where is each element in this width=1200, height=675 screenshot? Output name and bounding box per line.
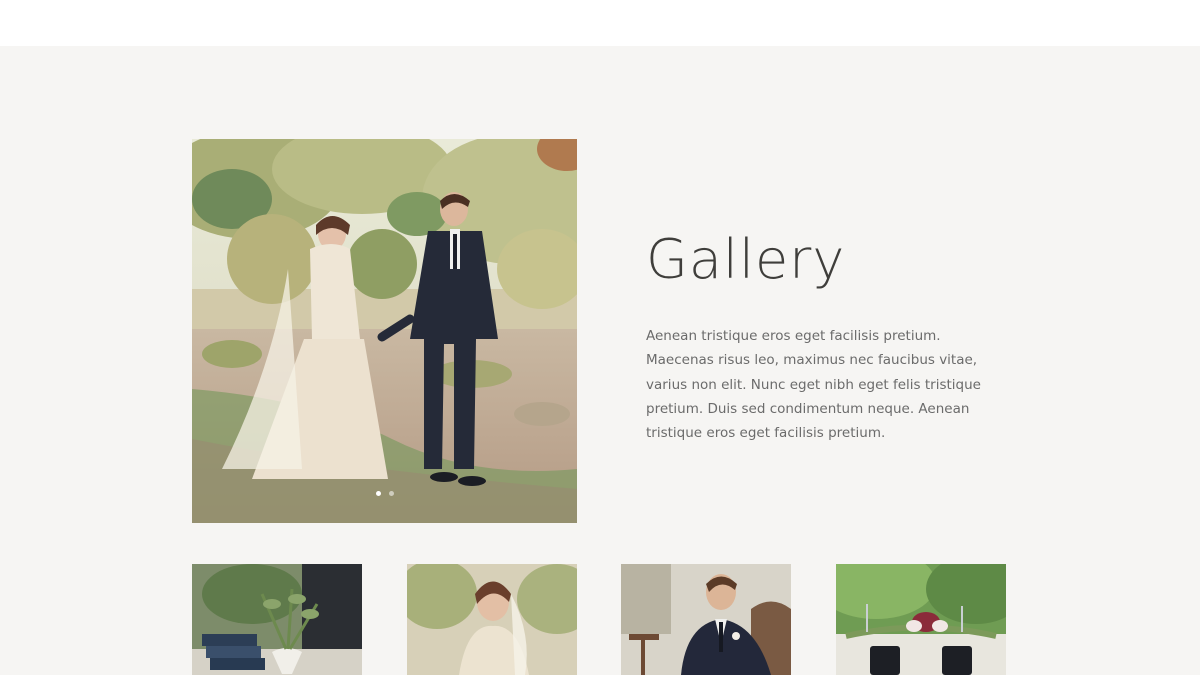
gallery-thumbnails	[192, 564, 1006, 675]
gallery-slider[interactable]	[192, 139, 577, 523]
slider-image-couple	[192, 139, 577, 523]
slider-pagination	[192, 491, 577, 496]
thumbnail-image	[835, 564, 1006, 675]
slider-dot-1[interactable]	[375, 491, 381, 496]
thumbnail-groom-portrait[interactable]	[621, 564, 792, 675]
slider-dot-2[interactable]	[388, 491, 394, 496]
thumbnail-image	[621, 564, 792, 675]
thumbnail-image	[406, 564, 577, 675]
gallery-description: Aenean tristique eros eget facilisis pre…	[646, 328, 981, 442]
thumbnail-table-decor[interactable]	[192, 564, 362, 675]
thumbnail-bride-portrait[interactable]	[406, 564, 577, 675]
top-header-bar	[0, 0, 1200, 46]
thumbnail-reception-table[interactable]	[835, 564, 1006, 675]
thumbnail-image	[192, 564, 362, 675]
gallery-title: Gallery	[646, 228, 846, 291]
